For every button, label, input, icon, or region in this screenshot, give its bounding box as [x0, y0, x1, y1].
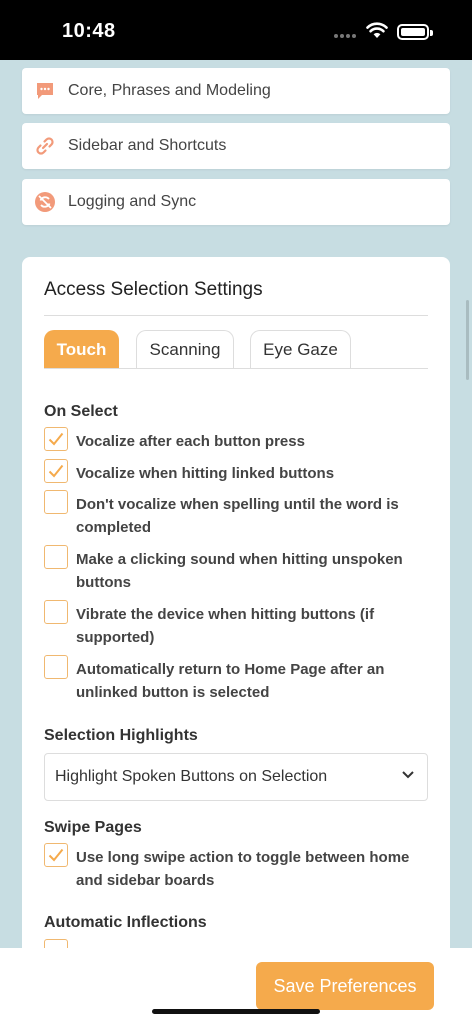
- option-vocalize-linked: Vocalize when hitting linked buttons: [44, 459, 414, 485]
- checkbox-label: Vibrate the device when hitting buttons …: [76, 606, 375, 646]
- checkbox[interactable]: [44, 490, 68, 514]
- checkbox[interactable]: [44, 545, 68, 569]
- checkbox[interactable]: [44, 459, 68, 483]
- divider: [44, 315, 428, 316]
- section-heading-automatic-inflections: Automatic Inflections: [44, 914, 207, 931]
- checkbox-label: Automatically return to Home Page after …: [76, 661, 385, 701]
- battery-icon: [397, 24, 433, 40]
- tab-touch[interactable]: Touch: [44, 330, 119, 368]
- option-long-swipe: Use long swipe action to toggle between …: [44, 843, 414, 892]
- sync-off-icon: [22, 191, 68, 213]
- option-click-sound: Make a clicking sound when hitting unspo…: [44, 545, 414, 594]
- menu-item-label: Sidebar and Shortcuts: [68, 137, 227, 154]
- selection-highlights-select[interactable]: Highlight Spoken Buttons on Selection: [44, 753, 428, 801]
- menu-item-label: Core, Phrases and Modeling: [68, 82, 271, 99]
- checkbox-label: Don't vocalize when spelling until the w…: [76, 496, 399, 536]
- save-preferences-button[interactable]: Save Preferences: [256, 962, 434, 1010]
- section-heading-selection-highlights: Selection Highlights: [44, 727, 198, 744]
- option-no-vocalize-spelling: Don't vocalize when spelling until the w…: [44, 490, 414, 539]
- section-heading-on-select: On Select: [44, 403, 118, 420]
- checkbox-label: Use long swipe action to toggle between …: [76, 849, 410, 889]
- cellular-signal-icon: [334, 34, 358, 40]
- option-vibrate: Vibrate the device when hitting buttons …: [44, 600, 414, 649]
- checkbox[interactable]: [44, 843, 68, 867]
- checkbox[interactable]: [44, 655, 68, 679]
- card-title: Access Selection Settings: [44, 279, 263, 300]
- scrollbar-thumb[interactable]: [466, 300, 469, 380]
- checkmark-icon: [48, 432, 64, 446]
- checkbox-label: Vocalize after each button press: [76, 433, 305, 450]
- menu-item-sidebar-shortcuts[interactable]: Sidebar and Shortcuts: [22, 123, 450, 169]
- status-bar: 10:48: [0, 0, 472, 60]
- checkbox-label: Vocalize when hitting linked buttons: [76, 465, 335, 482]
- checkbox-label: Make a clicking sound when hitting unspo…: [76, 551, 403, 591]
- tab-scanning[interactable]: Scanning: [136, 330, 234, 368]
- wifi-icon: [366, 22, 388, 38]
- chevron-down-icon: [402, 771, 414, 779]
- link-icon: [22, 135, 68, 157]
- menu-item-logging-sync[interactable]: Logging and Sync: [22, 179, 450, 225]
- checkmark-icon: [48, 848, 64, 862]
- option-return-home: Automatically return to Home Page after …: [44, 655, 414, 704]
- chat-bubble-icon: [22, 81, 68, 101]
- menu-item-core-phrases[interactable]: Core, Phrases and Modeling: [22, 68, 450, 114]
- checkbox[interactable]: [44, 600, 68, 624]
- checkmark-icon: [48, 464, 64, 478]
- access-selection-settings-card: Access Selection Settings Touch Scanning…: [22, 257, 450, 1024]
- section-heading-swipe-pages: Swipe Pages: [44, 819, 142, 836]
- select-value: Highlight Spoken Buttons on Selection: [55, 768, 328, 785]
- checkbox[interactable]: [44, 427, 68, 451]
- menu-item-label: Logging and Sync: [68, 193, 197, 210]
- tab-eye-gaze[interactable]: Eye Gaze: [250, 330, 351, 368]
- home-indicator[interactable]: [152, 1009, 320, 1014]
- divider: [44, 368, 428, 369]
- option-vocalize-each-press: Vocalize after each button press: [44, 427, 414, 453]
- status-time: 10:48: [62, 20, 116, 42]
